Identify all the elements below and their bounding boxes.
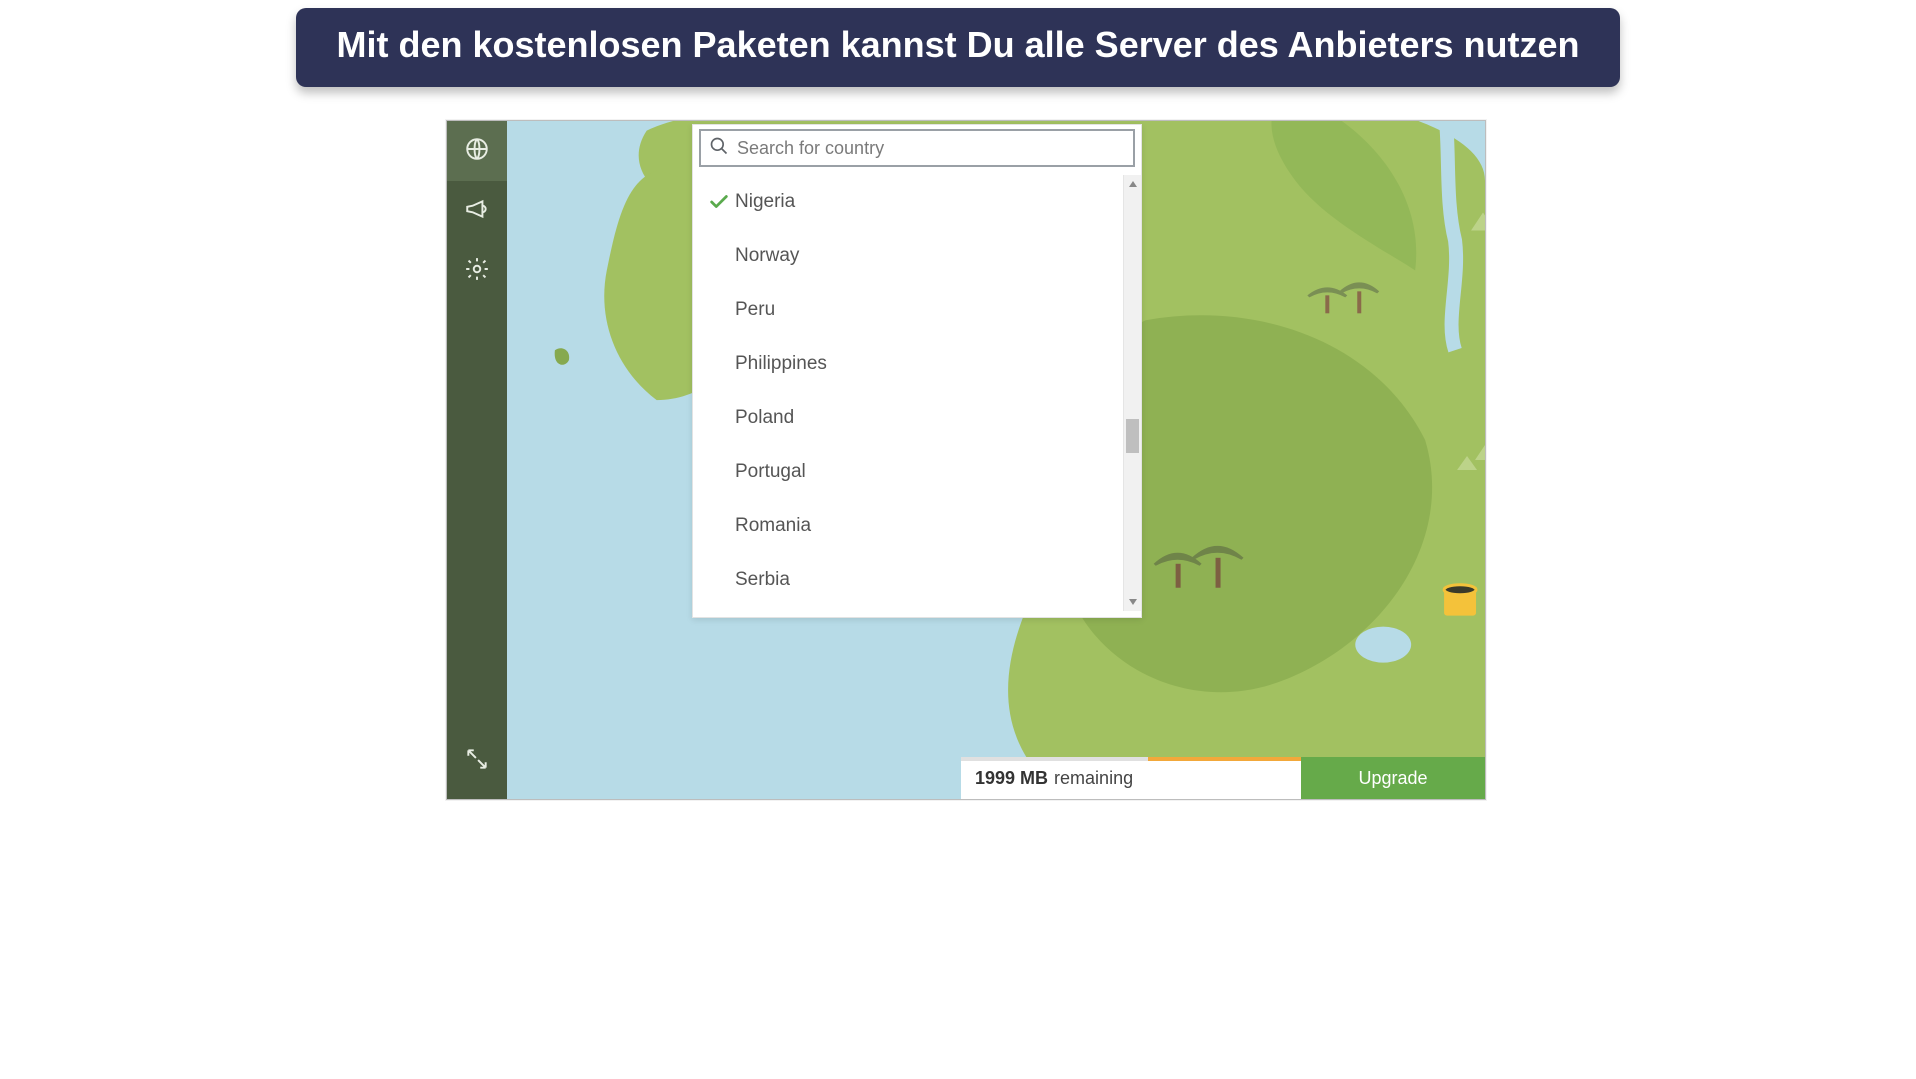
collapse-icon	[464, 746, 490, 777]
check-icon	[705, 191, 733, 213]
gear-icon	[464, 256, 490, 287]
search-field[interactable]	[699, 129, 1135, 167]
country-name: Nigeria	[735, 191, 795, 213]
country-name: Romania	[735, 515, 811, 537]
scroll-down-icon[interactable]	[1124, 593, 1141, 611]
country-name: Philippines	[735, 353, 827, 375]
scrollbar[interactable]	[1123, 175, 1141, 611]
country-list[interactable]: Nigeria Norway Peru Philippines Poland Portug…	[693, 175, 1141, 611]
sidebar-item-globe[interactable]	[447, 121, 507, 181]
country-item[interactable]: Nigeria	[693, 175, 1121, 229]
sidebar-item-announce[interactable]	[447, 181, 507, 241]
country-panel: Nigeria Norway Peru Philippines Poland Portug…	[692, 124, 1142, 618]
upgrade-label: Upgrade	[1358, 768, 1427, 789]
country-list-wrap: Nigeria Norway Peru Philippines Poland Portug…	[693, 175, 1141, 611]
search-input[interactable]	[737, 138, 1125, 159]
megaphone-icon	[464, 196, 490, 227]
country-item[interactable]: Romania	[693, 499, 1121, 553]
country-item[interactable]: Norway	[693, 229, 1121, 283]
scroll-thumb[interactable]	[1126, 419, 1139, 453]
country-name: Serbia	[735, 569, 790, 591]
banner-text: Mit den kostenlosen Paketen kannst Du al…	[336, 24, 1579, 65]
country-name: Norway	[735, 245, 799, 267]
data-remaining: 1999 MB remaining	[961, 757, 1301, 799]
sidebar-item-settings[interactable]	[447, 241, 507, 301]
data-amount: 1999 MB	[975, 768, 1048, 789]
country-name: Peru	[735, 299, 775, 321]
sidebar-item-collapse[interactable]	[447, 731, 507, 791]
sidebar	[447, 121, 507, 799]
data-remaining-label: remaining	[1054, 768, 1133, 789]
app-window: Nigeria Norway Peru Philippines Poland Portug…	[446, 120, 1486, 800]
upgrade-button[interactable]: Upgrade	[1301, 757, 1485, 799]
country-name: Portugal	[735, 461, 806, 483]
country-item[interactable]: Portugal	[693, 445, 1121, 499]
country-item[interactable]: Serbia	[693, 553, 1121, 607]
info-banner: Mit den kostenlosen Paketen kannst Du al…	[296, 8, 1620, 87]
bottom-bar: 1999 MB remaining Upgrade	[961, 757, 1485, 799]
country-name: Poland	[735, 407, 794, 429]
country-item[interactable]: Philippines	[693, 337, 1121, 391]
scroll-up-icon[interactable]	[1124, 175, 1141, 193]
country-item[interactable]: Poland	[693, 391, 1121, 445]
globe-icon	[464, 136, 490, 167]
search-icon	[709, 136, 729, 161]
country-item[interactable]: Peru	[693, 283, 1121, 337]
